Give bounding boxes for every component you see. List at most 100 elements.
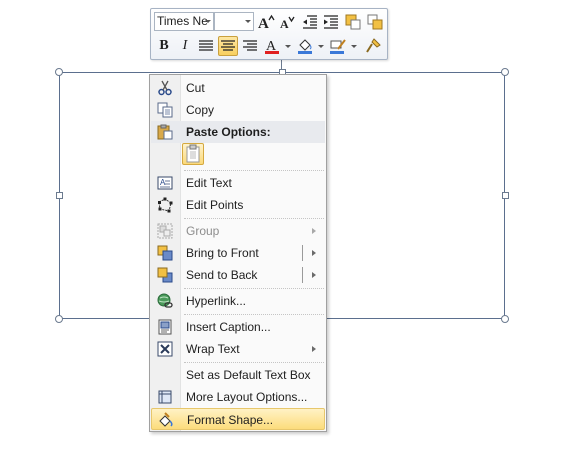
- pen-color-icon: [330, 38, 346, 54]
- copy-icon: [157, 102, 173, 118]
- menu-separator: [184, 362, 324, 363]
- menu-separator: [184, 314, 324, 315]
- increase-indent-button[interactable]: [321, 12, 341, 32]
- menu-item-label: Wrap Text: [186, 342, 240, 356]
- menu-item-bring-to-front[interactable]: Bring to Front: [151, 242, 325, 264]
- menu-item-label: Edit Text: [186, 176, 232, 190]
- menu-item-label: Insert Caption...: [186, 320, 271, 334]
- menu-separator: [184, 288, 324, 289]
- grow-font-button[interactable]: A: [256, 12, 276, 32]
- font-color-icon: A: [265, 39, 279, 54]
- menu-item-edit-points[interactable]: Edit Points: [151, 194, 325, 216]
- align-center-icon: [221, 40, 235, 51]
- hyperlink-globe-icon: [157, 293, 173, 308]
- paste-text-only-icon: [186, 144, 200, 163]
- grow-font-icon: A: [258, 14, 275, 30]
- resize-handle-left[interactable]: [56, 192, 63, 199]
- font-size-dropdown-icon[interactable]: [245, 20, 251, 23]
- font-color-button[interactable]: A: [262, 36, 282, 56]
- menu-item-label: Bring to Front: [186, 246, 259, 260]
- shape-fill-button[interactable]: [295, 36, 315, 56]
- italic-button[interactable]: I: [175, 36, 195, 56]
- menu-item-label: Set as Default Text Box: [186, 368, 311, 382]
- submenu-arrow-icon: [312, 346, 316, 352]
- format-painter-icon: [366, 38, 381, 53]
- menu-item-label: Copy: [186, 103, 215, 117]
- resize-handle-bottom-left[interactable]: [55, 315, 63, 323]
- insert-caption-icon: [158, 319, 172, 335]
- menu-item-more-layout-options[interactable]: More Layout Options...: [151, 386, 325, 408]
- menu-item-label: Cut: [186, 81, 205, 95]
- edit-text-icon: A: [157, 176, 173, 190]
- paste-options-label: Paste Options:: [186, 125, 271, 139]
- pen-color-dropdown-icon[interactable]: [351, 45, 357, 48]
- send-backward-button[interactable]: [365, 12, 385, 32]
- pen-color-button[interactable]: [328, 36, 348, 56]
- decrease-indent-button[interactable]: [300, 12, 320, 32]
- menu-item-label: Group: [186, 224, 220, 238]
- increase-indent-icon: [324, 15, 338, 29]
- svg-text:A: A: [160, 178, 166, 187]
- submenu-arrow-icon[interactable]: [312, 250, 316, 256]
- menu-separator: [184, 218, 324, 219]
- svg-text:A: A: [258, 16, 269, 30]
- menu-item-label: Format Shape...: [187, 413, 274, 427]
- resize-handle-right[interactable]: [502, 192, 509, 199]
- menu-item-insert-caption[interactable]: Insert Caption...: [151, 316, 325, 338]
- bold-button[interactable]: B: [154, 36, 174, 56]
- resize-handle-top-left[interactable]: [55, 68, 63, 76]
- highlight-fill-icon: [298, 38, 312, 54]
- align-right-button[interactable]: [240, 36, 260, 56]
- menu-item-format-shape[interactable]: Format Shape...: [151, 408, 325, 430]
- paste-keep-text-only-button[interactable]: [182, 143, 204, 165]
- layout-options-icon: [158, 390, 172, 404]
- group-icon: [157, 223, 173, 239]
- menu-item-label: Hyperlink...: [186, 294, 247, 308]
- format-shape-icon: [159, 412, 173, 427]
- align-center-button[interactable]: [218, 36, 238, 56]
- submenu-arrow-icon[interactable]: [312, 272, 316, 278]
- send-to-back-icon: [157, 267, 173, 283]
- italic-icon: I: [182, 38, 188, 53]
- bring-forward-button[interactable]: [343, 12, 363, 32]
- shape-fill-icon: [345, 14, 361, 30]
- context-menu: Cut Copy Paste Options: A Edit Text Edit…: [149, 74, 327, 432]
- paste-icon: [157, 124, 173, 140]
- font-name-value: Times Ne: [157, 14, 208, 28]
- align-left-icon: [199, 40, 213, 51]
- menu-item-label: Send to Back: [186, 268, 258, 282]
- menu-item-send-to-back[interactable]: Send to Back: [151, 264, 325, 286]
- bold-icon: B: [159, 38, 169, 53]
- format-painter-button[interactable]: [363, 36, 383, 56]
- menu-item-label: Edit Points: [186, 198, 244, 212]
- resize-handle-bottom-right[interactable]: [501, 315, 509, 323]
- font-name-dropdown-icon[interactable]: [205, 20, 211, 23]
- submenu-arrow-icon: [312, 228, 316, 234]
- shrink-font-icon: A: [280, 16, 295, 30]
- resize-handle-top-right[interactable]: [501, 68, 509, 76]
- menu-item-copy[interactable]: Copy: [151, 99, 325, 121]
- menu-item-edit-text[interactable]: A Edit Text: [151, 172, 325, 194]
- menu-item-label: More Layout Options...: [186, 390, 308, 404]
- menu-item-cut[interactable]: Cut: [151, 77, 325, 99]
- shape-outline-icon: [367, 14, 383, 30]
- align-right-icon: [243, 40, 257, 51]
- menu-item-hyperlink[interactable]: Hyperlink...: [151, 290, 325, 312]
- split-divider: [302, 267, 303, 283]
- menu-section-paste-options: Paste Options:: [151, 121, 325, 143]
- align-left-button[interactable]: [196, 36, 216, 56]
- split-divider: [302, 245, 303, 261]
- menu-item-set-default-text-box[interactable]: Set as Default Text Box: [151, 364, 325, 386]
- scissors-icon: [158, 80, 172, 96]
- menu-item-wrap-text[interactable]: Wrap Text: [151, 338, 325, 360]
- mini-toolbar: Times Ne A A B I A: [150, 8, 388, 60]
- menu-item-group[interactable]: Group: [151, 220, 325, 242]
- edit-points-icon: [158, 197, 173, 213]
- svg-text:A: A: [280, 17, 289, 30]
- font-color-dropdown-icon[interactable]: [285, 45, 291, 48]
- shape-fill-dropdown-icon[interactable]: [318, 45, 324, 48]
- font-size-combo[interactable]: [214, 12, 254, 31]
- shrink-font-button[interactable]: A: [277, 12, 297, 32]
- font-name-combo[interactable]: Times Ne: [154, 12, 214, 31]
- bring-to-front-icon: [157, 245, 173, 261]
